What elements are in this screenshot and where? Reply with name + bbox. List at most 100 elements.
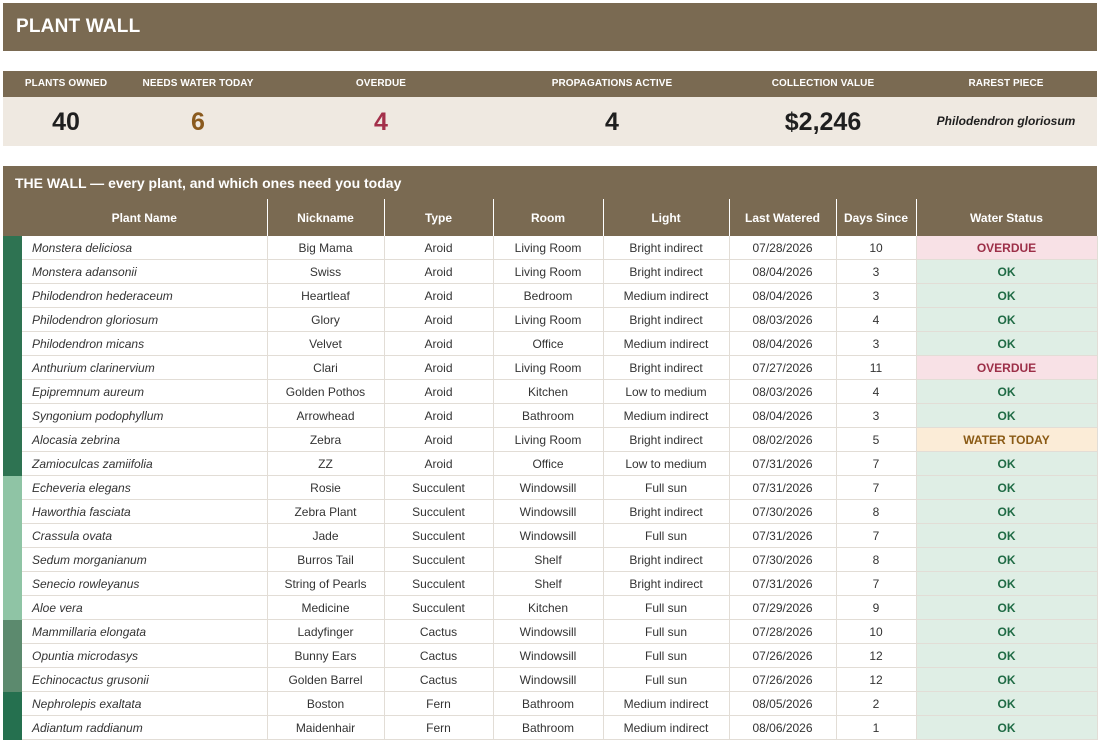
water-status-cell[interactable]: OK [916, 283, 1098, 308]
water-status-cell[interactable]: OK [916, 547, 1098, 572]
last-watered-cell[interactable]: 08/04/2026 [729, 283, 837, 308]
plant-name-cell[interactable]: Adiantum raddianum [22, 715, 268, 740]
type-cell[interactable]: Succulent [384, 499, 494, 524]
days-since-cell[interactable]: 3 [836, 259, 917, 284]
light-cell[interactable]: Medium indirect [603, 331, 730, 356]
days-since-cell[interactable]: 7 [836, 523, 917, 548]
column-header-light[interactable]: Light [603, 199, 730, 236]
plant-name-cell[interactable]: Zamioculcas zamiifolia [22, 451, 268, 476]
light-cell[interactable]: Bright indirect [603, 547, 730, 572]
days-since-cell[interactable]: 8 [836, 547, 917, 572]
plant-name-cell[interactable]: Alocasia zebrina [22, 427, 268, 452]
last-watered-cell[interactable]: 08/02/2026 [729, 427, 837, 452]
room-cell[interactable]: Kitchen [493, 595, 604, 620]
water-status-cell[interactable]: OK [916, 571, 1098, 596]
light-cell[interactable]: Bright indirect [603, 259, 730, 284]
type-cell[interactable]: Aroid [384, 259, 494, 284]
water-status-cell[interactable]: OK [916, 643, 1098, 668]
type-cell[interactable]: Aroid [384, 451, 494, 476]
days-since-cell[interactable]: 12 [836, 643, 917, 668]
type-cell[interactable]: Succulent [384, 523, 494, 548]
plant-name-cell[interactable]: Monstera adansonii [22, 259, 268, 284]
days-since-cell[interactable]: 2 [836, 691, 917, 716]
nickname-cell[interactable]: Velvet [267, 331, 385, 356]
days-since-cell[interactable]: 12 [836, 667, 917, 692]
days-since-cell[interactable]: 9 [836, 595, 917, 620]
light-cell[interactable]: Medium indirect [603, 715, 730, 740]
last-watered-cell[interactable]: 08/05/2026 [729, 691, 837, 716]
room-cell[interactable]: Living Room [493, 427, 604, 452]
water-status-cell[interactable]: OK [916, 259, 1098, 284]
table-row[interactable]: Echeveria elegans Rosie Succulent Windowsil… [3, 475, 1098, 500]
table-row[interactable]: Sedum morganianum Burros Tail Succulent She… [3, 547, 1098, 572]
days-since-cell[interactable]: 4 [836, 307, 917, 332]
days-since-cell[interactable]: 1 [836, 715, 917, 740]
plant-name-cell[interactable]: Echinocactus grusonii [22, 667, 268, 692]
plant-name-cell[interactable]: Monstera deliciosa [22, 236, 268, 260]
water-status-cell[interactable]: OK [916, 691, 1098, 716]
last-watered-cell[interactable]: 07/31/2026 [729, 571, 837, 596]
days-since-cell[interactable]: 8 [836, 499, 917, 524]
days-since-cell[interactable]: 10 [836, 619, 917, 644]
days-since-cell[interactable]: 3 [836, 283, 917, 308]
water-status-cell[interactable]: OK [916, 499, 1098, 524]
type-cell[interactable]: Aroid [384, 355, 494, 380]
light-cell[interactable]: Bright indirect [603, 427, 730, 452]
light-cell[interactable]: Bright indirect [603, 355, 730, 380]
last-watered-cell[interactable]: 07/31/2026 [729, 475, 837, 500]
type-cell[interactable]: Succulent [384, 547, 494, 572]
nickname-cell[interactable]: String of Pearls [267, 571, 385, 596]
table-row[interactable]: Anthurium clarinervium Clari Aroid Living R… [3, 355, 1098, 380]
water-status-cell[interactable]: OK [916, 307, 1098, 332]
type-cell[interactable]: Succulent [384, 571, 494, 596]
type-cell[interactable]: Aroid [384, 236, 494, 260]
nickname-cell[interactable]: ZZ [267, 451, 385, 476]
light-cell[interactable]: Full sun [603, 595, 730, 620]
room-cell[interactable]: Windowsill [493, 475, 604, 500]
water-status-cell[interactable]: OK [916, 715, 1098, 740]
light-cell[interactable]: Low to medium [603, 379, 730, 404]
water-status-cell[interactable]: OK [916, 523, 1098, 548]
type-cell[interactable]: Succulent [384, 475, 494, 500]
table-row[interactable]: Opuntia microdasys Bunny Ears Cactus Window… [3, 643, 1098, 668]
table-row[interactable]: Adiantum raddianum Maidenhair Fern Bathroom… [3, 715, 1098, 740]
room-cell[interactable]: Kitchen [493, 379, 604, 404]
days-since-cell[interactable]: 4 [836, 379, 917, 404]
light-cell[interactable]: Full sun [603, 523, 730, 548]
room-cell[interactable]: Windowsill [493, 619, 604, 644]
room-cell[interactable]: Living Room [493, 259, 604, 284]
plant-name-cell[interactable]: Haworthia fasciata [22, 499, 268, 524]
light-cell[interactable]: Full sun [603, 619, 730, 644]
plant-name-cell[interactable]: Nephrolepis exaltata [22, 691, 268, 716]
water-status-cell[interactable]: WATER TODAY [916, 427, 1098, 452]
days-since-cell[interactable]: 5 [836, 427, 917, 452]
nickname-cell[interactable]: Golden Pothos [267, 379, 385, 404]
table-row[interactable]: Crassula ovata Jade Succulent Windowsill Ful… [3, 523, 1098, 548]
nickname-cell[interactable]: Medicine [267, 595, 385, 620]
table-row[interactable]: Aloe vera Medicine Succulent Kitchen Full su… [3, 595, 1098, 620]
plant-name-cell[interactable]: Aloe vera [22, 595, 268, 620]
table-row[interactable]: Alocasia zebrina Zebra Aroid Living Room Bri… [3, 427, 1098, 452]
table-row[interactable]: Epipremnum aureum Golden Pothos Aroid Kitch… [3, 379, 1098, 404]
days-since-cell[interactable]: 11 [836, 355, 917, 380]
water-status-cell[interactable]: OK [916, 403, 1098, 428]
water-status-cell[interactable]: OK [916, 451, 1098, 476]
last-watered-cell[interactable]: 08/03/2026 [729, 379, 837, 404]
plant-name-cell[interactable]: Anthurium clarinervium [22, 355, 268, 380]
days-since-cell[interactable]: 7 [836, 475, 917, 500]
type-cell[interactable]: Aroid [384, 403, 494, 428]
table-row[interactable]: Zamioculcas zamiifolia ZZ Aroid Office Low t… [3, 451, 1098, 476]
room-cell[interactable]: Windowsill [493, 643, 604, 668]
nickname-cell[interactable]: Heartleaf [267, 283, 385, 308]
water-status-cell[interactable]: OK [916, 619, 1098, 644]
column-header-days-since[interactable]: Days Since [836, 199, 917, 236]
type-cell[interactable]: Cactus [384, 643, 494, 668]
type-cell[interactable]: Aroid [384, 307, 494, 332]
last-watered-cell[interactable]: 07/30/2026 [729, 499, 837, 524]
nickname-cell[interactable]: Big Mama [267, 236, 385, 260]
last-watered-cell[interactable]: 07/30/2026 [729, 547, 837, 572]
room-cell[interactable]: Bedroom [493, 283, 604, 308]
type-cell[interactable]: Cactus [384, 667, 494, 692]
last-watered-cell[interactable]: 07/29/2026 [729, 595, 837, 620]
table-row[interactable]: Philodendron hederaceum Heartleaf Aroid Bed… [3, 283, 1098, 308]
